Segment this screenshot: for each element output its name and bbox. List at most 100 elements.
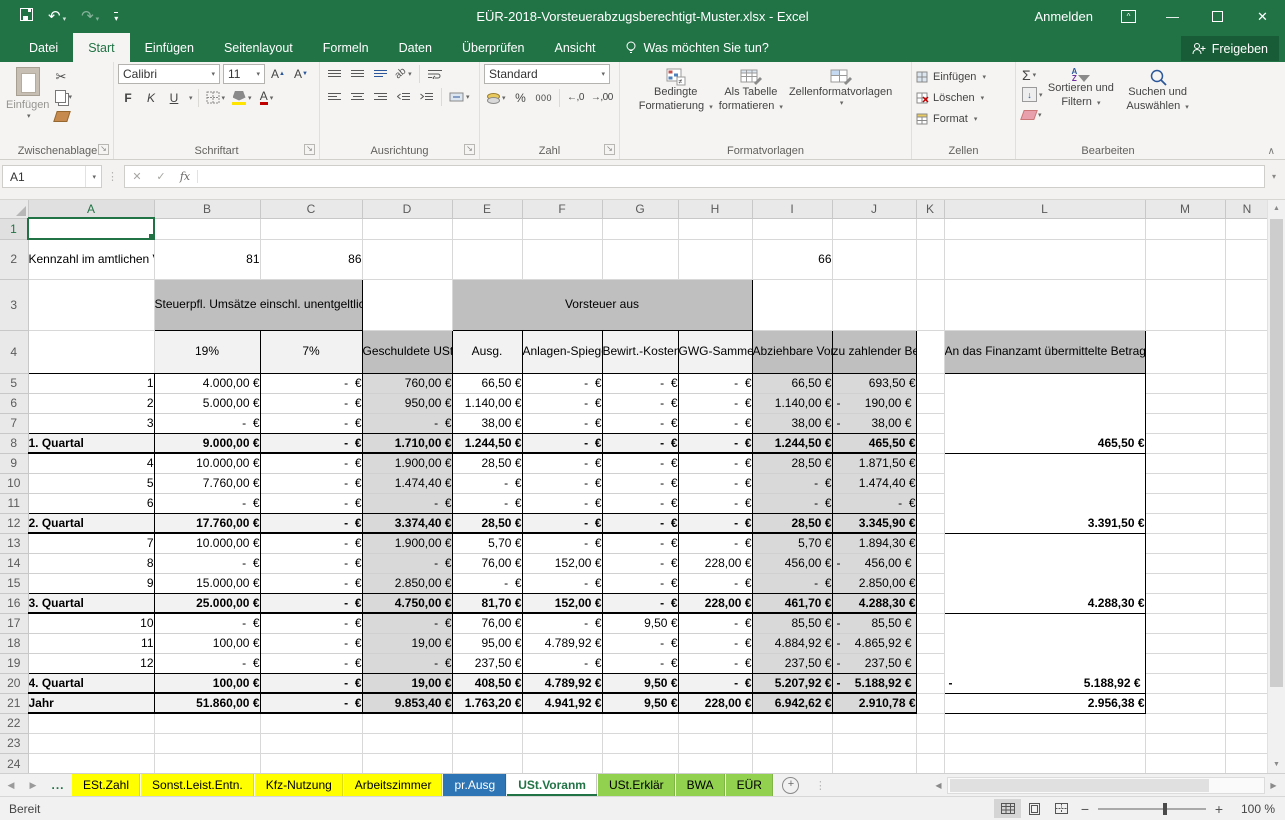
cell-J24[interactable]	[832, 753, 916, 773]
cell-L1[interactable]	[944, 218, 1145, 239]
cell-K7[interactable]	[916, 413, 944, 433]
cell-F10[interactable]: - €	[522, 473, 602, 493]
cell-C18[interactable]: - €	[260, 633, 362, 653]
cell-F22[interactable]	[522, 713, 602, 733]
row-header-8[interactable]: 8	[0, 433, 28, 453]
cell-B24[interactable]	[154, 753, 260, 773]
cell-K17[interactable]	[916, 613, 944, 633]
col-label-7pct[interactable]: 7%	[260, 330, 362, 373]
maximize-button[interactable]	[1195, 0, 1240, 33]
comma-style-button[interactable]: 000	[534, 88, 555, 107]
cell-I22[interactable]	[752, 713, 832, 733]
cell-K22[interactable]	[916, 713, 944, 733]
zoom-in-button[interactable]: +	[1209, 801, 1229, 817]
cell-D10[interactable]: 1.474,40 €	[362, 473, 452, 493]
cell-H7[interactable]: - €	[678, 413, 752, 433]
cell-H24[interactable]	[678, 753, 752, 773]
cell-N1[interactable]	[1225, 218, 1267, 239]
cell-N20[interactable]	[1225, 673, 1267, 693]
cell-I5[interactable]: 66,50 €	[752, 373, 832, 393]
decrease-indent-button[interactable]	[393, 87, 413, 106]
cell-G5[interactable]: - €	[602, 373, 678, 393]
collapse-ribbon-button[interactable]: ∧	[1268, 146, 1275, 157]
cell-B8[interactable]: 9.000,00 €	[154, 433, 260, 453]
share-button[interactable]: Freigeben	[1181, 36, 1279, 61]
vertical-scroll-thumb[interactable]	[1270, 219, 1283, 687]
cell-F17[interactable]: - €	[522, 613, 602, 633]
align-center-button[interactable]	[347, 87, 367, 106]
cell-K19[interactable]	[916, 653, 944, 673]
cell-F8[interactable]: - €	[522, 433, 602, 453]
col-header-D[interactable]: D	[362, 200, 452, 218]
cell-H12[interactable]: - €	[678, 513, 752, 533]
vertical-scrollbar[interactable]: ▲ ▼	[1267, 200, 1285, 773]
cell-K20[interactable]	[916, 673, 944, 693]
cell-F16[interactable]: 152,00 €	[522, 593, 602, 613]
cell-G23[interactable]	[602, 733, 678, 753]
cell-F12[interactable]: - €	[522, 513, 602, 533]
percent-style-button[interactable]: %	[511, 88, 531, 107]
cancel-formula-button[interactable]: ✕	[125, 170, 149, 183]
cell-L16[interactable]: 4.288,30 €	[944, 593, 1145, 613]
increase-font-button[interactable]: A▲	[268, 65, 288, 84]
cell-J8[interactable]: 465,50 €	[832, 433, 916, 453]
ribbon-tab-Ansicht[interactable]: Ansicht	[540, 33, 611, 62]
cell-F1[interactable]	[522, 218, 602, 239]
cell-G12[interactable]: - €	[602, 513, 678, 533]
ribbon-tab-Datei[interactable]: Datei	[14, 33, 73, 62]
sheet-tab-BWA[interactable]: BWA	[676, 774, 726, 796]
col-header-E[interactable]: E	[452, 200, 522, 218]
cell-H15[interactable]: - €	[678, 573, 752, 593]
cell-E22[interactable]	[452, 713, 522, 733]
cell-B17[interactable]: - €	[154, 613, 260, 633]
cell-K14[interactable]	[916, 553, 944, 573]
cell-B16[interactable]: 25.000,00 €	[154, 593, 260, 613]
cell-C16[interactable]: - €	[260, 593, 362, 613]
col-header-J[interactable]: J	[832, 200, 916, 218]
row-header-4[interactable]: 4	[0, 330, 28, 373]
cell-E9[interactable]: 28,50 €	[452, 453, 522, 473]
cell-C5[interactable]: - €	[260, 373, 362, 393]
cell-H17[interactable]: - €	[678, 613, 752, 633]
cell-D6[interactable]: 950,00 €	[362, 393, 452, 413]
autosum-button[interactable]: Σ▾	[1022, 66, 1043, 83]
borders-button[interactable]: ▾	[204, 88, 228, 107]
cell-M15[interactable]	[1145, 573, 1225, 593]
cell-N12[interactable]	[1225, 513, 1267, 533]
col-header-N[interactable]: N	[1225, 200, 1267, 218]
cell-G15[interactable]: - €	[602, 573, 678, 593]
ribbon-display-options-button[interactable]: ^	[1121, 10, 1136, 23]
cell-M14[interactable]	[1145, 553, 1225, 573]
cell-M6[interactable]	[1145, 393, 1225, 413]
col-label-19pct[interactable]: 19%	[154, 330, 260, 373]
cell-D5[interactable]: 760,00 €	[362, 373, 452, 393]
row-header-7[interactable]: 7	[0, 413, 28, 433]
cell-I10[interactable]: - €	[752, 473, 832, 493]
cell-M20[interactable]	[1145, 673, 1225, 693]
row-header-5[interactable]: 5	[0, 373, 28, 393]
underline-button[interactable]: U	[164, 88, 184, 107]
page-layout-view-button[interactable]	[1021, 799, 1048, 818]
row-header-15[interactable]: 15	[0, 573, 28, 593]
cell-A21[interactable]: Jahr	[28, 693, 154, 713]
cell-M17[interactable]	[1145, 613, 1225, 633]
header-umsaetze[interactable]: Steuerpfl. Umsätze einschl. unentgeltlic…	[154, 279, 362, 330]
cell-G18[interactable]: - €	[602, 633, 678, 653]
name-box-resize-handle[interactable]: ⋮	[102, 170, 124, 183]
cell-E21[interactable]: 1.763,20 €	[452, 693, 522, 713]
cell-A24[interactable]	[28, 753, 154, 773]
cell-I13[interactable]: 5,70 €	[752, 533, 832, 553]
row-header-11[interactable]: 11	[0, 493, 28, 513]
ribbon-tab-Formeln[interactable]: Formeln	[308, 33, 384, 62]
cell-J13[interactable]: 1.894,30 €	[832, 533, 916, 553]
cell-C17[interactable]: - €	[260, 613, 362, 633]
header-vorsteuer[interactable]: Vorsteuer aus	[452, 279, 752, 330]
cell-C22[interactable]	[260, 713, 362, 733]
cell-H1[interactable]	[678, 218, 752, 239]
zoom-out-button[interactable]: −	[1075, 801, 1095, 817]
cell-C15[interactable]: - €	[260, 573, 362, 593]
align-middle-button[interactable]	[347, 64, 367, 83]
row-header-19[interactable]: 19	[0, 653, 28, 673]
cell-M23[interactable]	[1145, 733, 1225, 753]
row-header-16[interactable]: 16	[0, 593, 28, 613]
